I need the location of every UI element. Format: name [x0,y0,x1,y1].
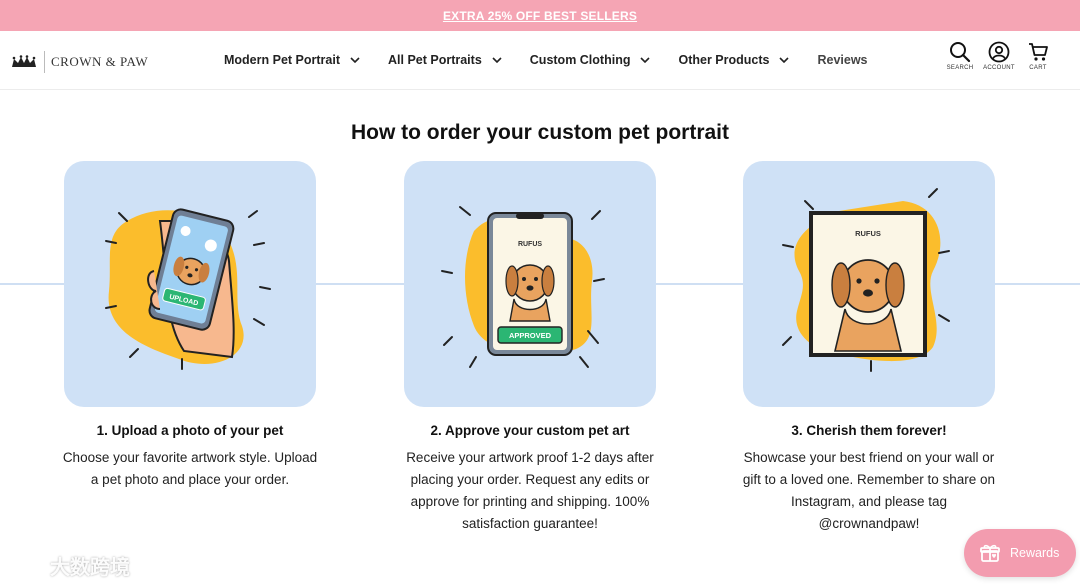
rufus-name-tag: RUFUS [518,241,542,248]
chevron-down-icon [492,57,502,63]
nav-item-label: Custom Clothing [529,53,631,67]
nav-item-modern-pet-portrait[interactable]: Modern Pet Portrait [224,53,360,67]
nav-item-all-pet-portraits[interactable]: All Pet Portraits [388,53,502,67]
step-1-title: 1. Upload a photo of your pet [96,423,284,438]
nav-item-label: Reviews [817,53,868,67]
approve-phone-illustration: RUFUS APPROVED [441,206,605,368]
step-1-illustration: UPLOAD [64,161,316,407]
step-3-description: Showcase your best friend on your wall o… [742,450,996,531]
nav-item-reviews[interactable]: Reviews [817,53,867,67]
nav-item-other-products[interactable]: Other Products [678,53,790,67]
nav-item-label: All Pet Portraits [388,53,482,67]
crown-logo-icon [12,55,36,67]
step-2-description: Receive your artwork proof 1-2 days afte… [406,450,654,531]
approved-badge-text: APPROVED [509,331,552,340]
account-button[interactable]: ACCOUNT [981,41,1017,71]
watermark-logo-icon [9,557,50,573]
watermark: 大数跨境 [6,551,130,580]
account-icon [988,41,1010,63]
nav-item-label: Modern Pet Portrait [224,53,340,67]
chevron-down-icon [350,57,360,63]
rufus-portrait-tag: RUFUS [855,229,881,238]
search-button[interactable]: SEARCH [942,41,978,71]
search-label: SEARCH [946,65,974,71]
brand-logo[interactable]: CROWN & PAW [10,51,148,73]
account-label: ACCOUNT [983,65,1015,71]
cart-icon [1029,43,1048,61]
logo-divider [44,51,45,73]
site-header: CROWN & PAW Modern Pet Portrait All Pet … [0,31,1080,90]
step-2-illustration: RUFUS APPROVED [404,161,656,407]
chevron-down-icon [640,57,651,63]
chevron-down-icon [779,57,790,63]
brand-name: CROWN & PAW [51,54,149,69]
promo-banner: EXTRA 25% OFF BEST SELLERS [0,0,1080,31]
search-icon [950,42,971,63]
page-title: How to order your custom pet portrait [350,121,730,144]
framed-portrait-illustration: RUFUS [782,188,950,372]
watermark-text: 大数跨境 [50,557,130,579]
upload-phone-illustration: UPLOAD [105,208,271,370]
cart-label: CART [1029,65,1047,71]
rewards-label: Rewards [1010,546,1060,560]
main-nav: Modern Pet Portrait All Pet Portraits Cu… [224,31,896,89]
cart-button[interactable]: CART [1020,41,1056,71]
gift-icon [980,544,1000,562]
nav-item-custom-clothing[interactable]: Custom Clothing [530,53,651,67]
step-3-illustration: RUFUS [743,161,995,407]
step-2-title: 2. Approve your custom pet art [430,423,630,438]
promo-link[interactable]: EXTRA 25% OFF BEST SELLERS [443,9,637,23]
rewards-button[interactable]: Rewards [964,529,1076,577]
header-actions: SEARCH ACCOUNT CART [939,41,1056,71]
step-3-title: 3. Cherish them forever! [791,423,947,438]
step-1-description: Choose your favorite artwork style. Uplo… [62,450,318,487]
nav-item-label: Other Products [678,53,770,67]
